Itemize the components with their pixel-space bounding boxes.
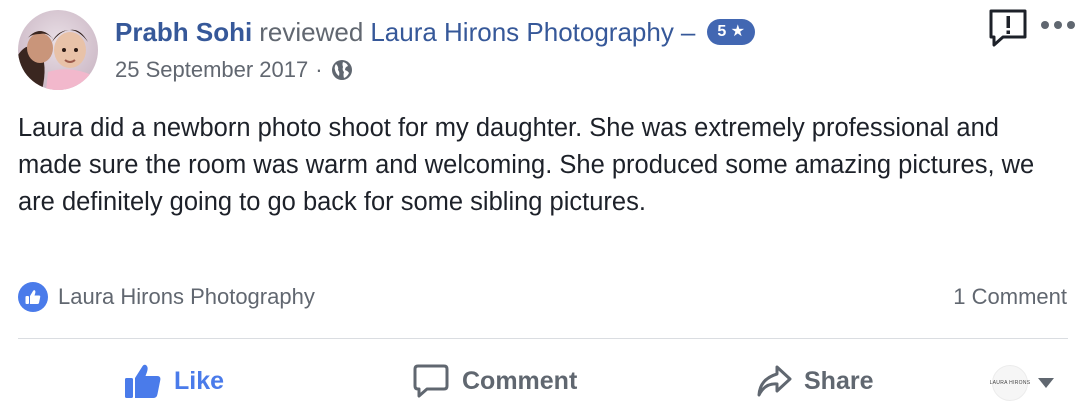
reviewer-name-link[interactable]: Prabh Sohi — [115, 13, 252, 51]
reaction-liked-by[interactable]: Laura Hirons Photography — [58, 284, 315, 310]
chevron-down-icon — [1038, 378, 1054, 388]
rating-badge: 5 ★ — [707, 19, 755, 45]
meta-separator: · — [315, 57, 323, 82]
thumbs-up-icon — [125, 364, 161, 398]
comment-button-label: Comment — [462, 366, 578, 395]
share-arrow-icon — [757, 365, 792, 397]
globe-icon[interactable] — [330, 58, 354, 82]
page-identity-selector[interactable]: LAURA HIRONS — [989, 365, 1054, 401]
page-name-link[interactable]: Laura Hirons Photography — [370, 13, 674, 51]
share-button[interactable]: Share — [756, 358, 873, 404]
like-reaction-icon — [18, 282, 48, 312]
reactions-summary[interactable]: Laura Hirons Photography — [18, 282, 315, 312]
actions-divider — [18, 338, 1068, 339]
like-button-label: Like — [174, 366, 225, 395]
review-text: Laura did a newborn photo shoot for my d… — [18, 114, 1035, 216]
report-icon[interactable] — [988, 8, 1028, 48]
header-dash: – — [680, 17, 696, 47]
share-button-label: Share — [804, 366, 874, 395]
page-avatar-text: LAURA HIRONS — [989, 380, 1031, 386]
review-header: Prabh Sohi reviewed Laura Hirons Photogr… — [115, 13, 755, 51]
like-button[interactable]: Like — [124, 358, 224, 404]
comment-bubble-icon — [413, 364, 449, 398]
comment-count-link[interactable]: 1 Comment — [953, 284, 1067, 310]
review-verb: reviewed — [259, 17, 364, 47]
page-avatar: LAURA HIRONS — [989, 365, 1031, 401]
comment-button[interactable]: Comment — [412, 358, 577, 404]
review-date-link[interactable]: 25 September 2017 — [115, 54, 308, 86]
review-meta: 25 September 2017 · — [115, 54, 354, 86]
reviewer-avatar[interactable] — [18, 10, 98, 90]
more-options-icon[interactable] — [1040, 18, 1076, 32]
